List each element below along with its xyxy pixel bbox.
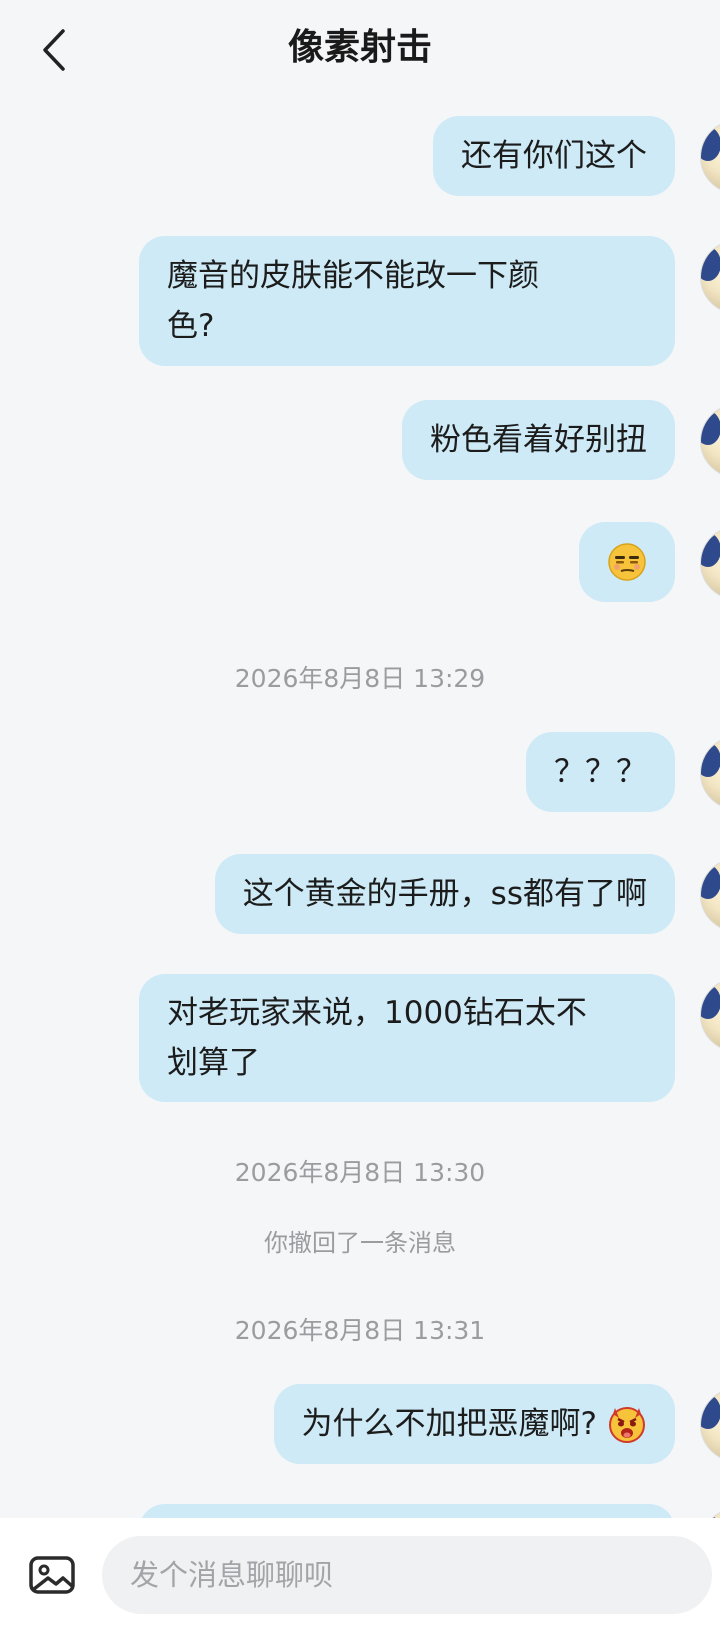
message-bubble[interactable]: 对老玩家来说，1000钻石太不 划算了 [139,974,675,1102]
message-bubble[interactable]: 魔音的皮肤能不能改一下颜 色? [139,236,675,366]
message-text: ？？？ [554,754,647,790]
message-bubble[interactable]: ？？？ [526,732,675,812]
message-text: 为什么不加把恶魔啊? [301,1406,597,1442]
message-bubble[interactable]: 这个黄金的手册，ss都有了啊 [214,854,675,934]
timestamp: 2026年8月8日 13:31 [234,1316,486,1345]
avatar[interactable] [700,120,720,194]
message-text: 魔音的皮肤能不能改一下颜 [167,258,539,294]
message-bubble[interactable]: 粉色看着好别扭 [402,400,675,480]
message-list[interactable]: 还有你们这个 魔音的皮肤能不能改一下颜 色? 粉色看着好别扭 2026年8月8日… [0,0,720,1520]
smirk-face-emoji [608,543,646,581]
message-text: 还有你们这个 [461,138,647,174]
recall-notice: 你撤回了一条消息 [264,1229,456,1257]
message-text: 划算了 [167,1045,260,1081]
message-text: 这个黄金的手册，ss都有了啊 [242,876,647,912]
nav-header: 像素射击 [0,0,720,100]
message-text: 对老玩家来说，1000钻石太不 [167,995,587,1031]
devil-face-emoji [609,1407,645,1443]
avatar[interactable] [700,978,720,1052]
image-icon [29,1556,75,1594]
message-input[interactable] [102,1536,712,1614]
message-bubble[interactable]: 还有你们这个 [433,116,675,196]
message-bubble[interactable] [579,522,675,602]
timestamp: 2026年8月8日 13:30 [234,1158,486,1187]
message-text: 色? [167,308,215,344]
message-bubble[interactable]: 为什么不加把恶魔啊? [273,1384,675,1464]
page-title: 像素射击 [287,27,432,68]
timestamp: 2026年8月8日 13:29 [234,664,486,693]
image-button[interactable] [28,1555,76,1595]
avatar[interactable] [700,526,720,600]
message-text: 粉色看着好别扭 [430,422,647,458]
avatar[interactable] [700,858,720,932]
avatar[interactable] [700,404,720,478]
composer-bar [0,1518,720,1631]
avatar[interactable] [700,736,720,810]
avatar[interactable] [700,240,720,314]
avatar[interactable] [700,1388,720,1462]
